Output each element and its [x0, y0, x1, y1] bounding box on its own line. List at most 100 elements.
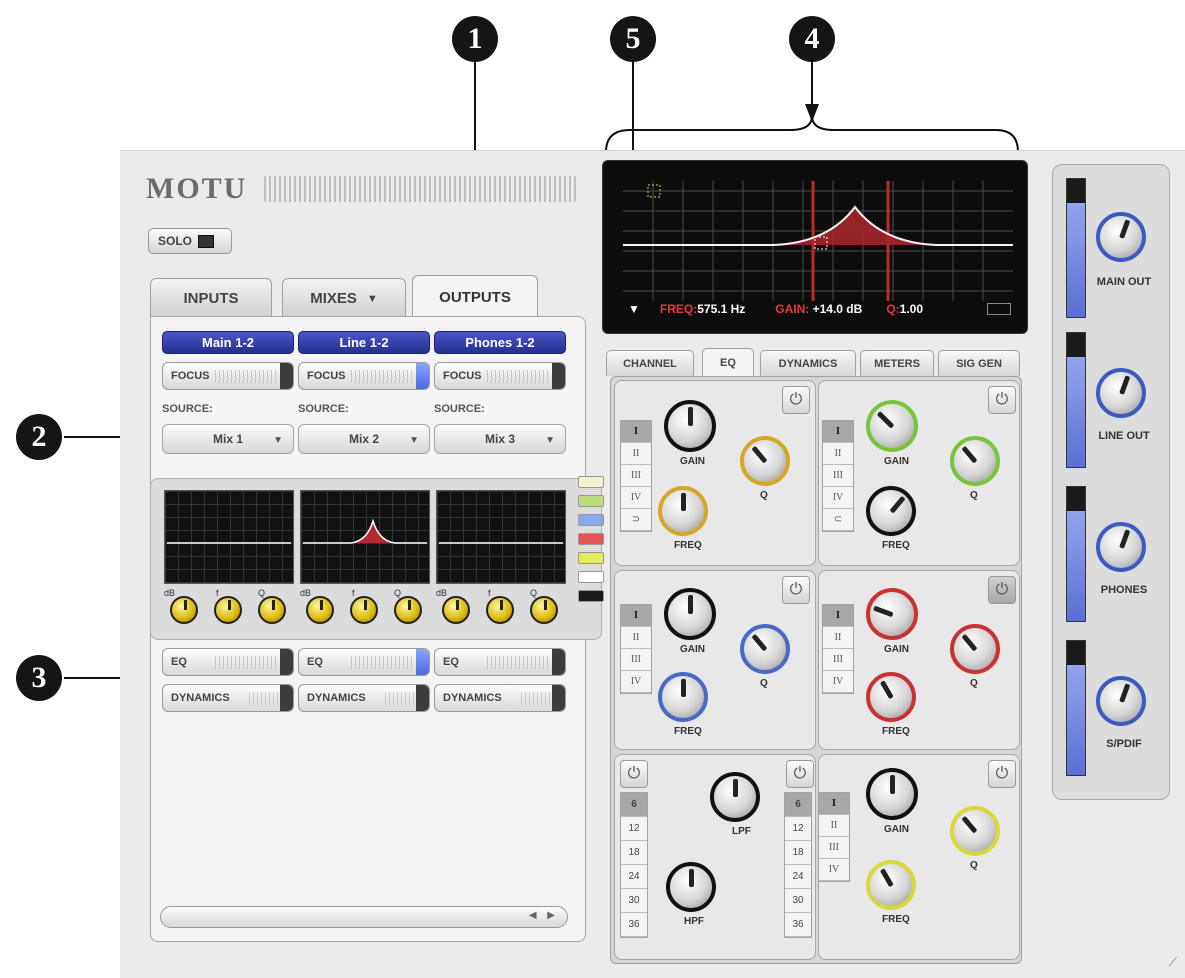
slope-18[interactable]: 18 — [785, 841, 811, 865]
slope-12[interactable]: 12 — [621, 817, 647, 841]
mini-freq-knob[interactable] — [350, 596, 378, 624]
mini-eq-display-main[interactable] — [164, 490, 294, 584]
gain-knob[interactable] — [664, 588, 716, 640]
band-tab[interactable] — [578, 476, 604, 488]
band-type-selector[interactable]: I II III IV ⊂ — [822, 420, 854, 532]
band-type-ii[interactable]: II — [621, 443, 651, 465]
band-type-ii[interactable]: II — [823, 627, 853, 649]
band-type-i[interactable]: I — [819, 793, 849, 815]
mini-q-knob[interactable] — [258, 596, 286, 624]
shelf-icon[interactable]: ⊃ — [621, 509, 651, 531]
tab-dynamics[interactable]: DYNAMICS — [760, 350, 856, 376]
channel-name-line[interactable]: Line 1-2 — [298, 331, 430, 354]
dynamics-button-line[interactable]: DYNAMICS — [298, 684, 430, 712]
q-knob[interactable] — [740, 436, 790, 486]
lpf-knob[interactable] — [710, 772, 760, 822]
freq-knob[interactable] — [866, 860, 916, 910]
power-icon[interactable]: ⏻ — [782, 386, 810, 414]
resize-grip-icon[interactable]: ⟋ — [1169, 955, 1177, 970]
band-type-iv[interactable]: IV — [823, 671, 853, 693]
mini-q-knob[interactable] — [530, 596, 558, 624]
power-icon[interactable]: ⏻ — [786, 760, 814, 788]
slope-36[interactable]: 36 — [621, 913, 647, 937]
band-type-i[interactable]: I — [823, 421, 853, 443]
focus-button-phones[interactable]: FOCUS — [434, 362, 566, 390]
band-type-selector[interactable]: I II III IV — [620, 604, 652, 694]
source-select-phones[interactable]: Mix 3 ▼ — [434, 424, 566, 454]
band-tab[interactable] — [578, 552, 604, 564]
band-tab[interactable] — [578, 590, 604, 602]
mini-gain-knob[interactable] — [442, 596, 470, 624]
eq-button-phones[interactable]: EQ — [434, 648, 566, 676]
power-icon[interactable]: ⏻ — [988, 576, 1016, 604]
tab-eq[interactable]: EQ — [702, 348, 754, 376]
power-icon[interactable]: ⏻ — [620, 760, 648, 788]
gain-readout-value[interactable]: +14.0 dB — [813, 302, 863, 316]
slope-6[interactable]: 6 — [785, 793, 811, 817]
mini-freq-knob[interactable] — [214, 596, 242, 624]
q-knob[interactable] — [950, 624, 1000, 674]
tab-outputs[interactable]: OUTPUTS — [412, 275, 538, 319]
horizontal-scrollbar[interactable]: ◀ ▶ — [160, 906, 568, 928]
band-type-iii[interactable]: III — [621, 465, 651, 487]
slope-24[interactable]: 24 — [785, 865, 811, 889]
band-type-ii[interactable]: II — [621, 627, 651, 649]
slope-36[interactable]: 36 — [785, 913, 811, 937]
shelf-icon[interactable]: ⊂ — [823, 509, 853, 531]
tab-channel[interactable]: CHANNEL — [606, 350, 694, 376]
band-type-ii[interactable]: II — [819, 815, 849, 837]
band-type-iii[interactable]: III — [819, 837, 849, 859]
slope-30[interactable]: 30 — [785, 889, 811, 913]
freq-readout-value[interactable]: 575.1 Hz — [697, 302, 745, 316]
gain-knob[interactable] — [866, 400, 918, 452]
eq-button-main[interactable]: EQ — [162, 648, 294, 676]
focus-button-line[interactable]: FOCUS — [298, 362, 430, 390]
mini-gain-knob[interactable] — [170, 596, 198, 624]
triangle-down-icon[interactable]: ▼ — [628, 302, 640, 316]
band-type-selector[interactable]: I II III IV ⊃ — [620, 420, 652, 532]
slope-18[interactable]: 18 — [621, 841, 647, 865]
band-type-i[interactable]: I — [823, 605, 853, 627]
freq-knob[interactable] — [866, 672, 916, 722]
tab-inputs[interactable]: INPUTS — [150, 278, 272, 318]
tab-mixes[interactable]: MIXES ▼ — [282, 278, 406, 318]
lpf-slope-selector[interactable]: 6 12 18 24 30 36 — [784, 792, 812, 938]
band-type-ii[interactable]: II — [823, 443, 853, 465]
band-type-iv[interactable]: IV — [819, 859, 849, 881]
dynamics-button-main[interactable]: DYNAMICS — [162, 684, 294, 712]
power-icon[interactable]: ⏻ — [782, 576, 810, 604]
band-type-iii[interactable]: III — [823, 465, 853, 487]
band-type-iv[interactable]: IV — [621, 487, 651, 509]
band-tab[interactable] — [578, 571, 604, 583]
freq-knob[interactable] — [866, 486, 916, 536]
slope-12[interactable]: 12 — [785, 817, 811, 841]
mini-eq-display-line[interactable] — [300, 490, 430, 584]
band-type-i[interactable]: I — [621, 421, 651, 443]
band-tab[interactable] — [578, 514, 604, 526]
gain-knob[interactable] — [664, 400, 716, 452]
gain-knob[interactable] — [866, 588, 918, 640]
source-select-line[interactable]: Mix 2 ▼ — [298, 424, 430, 454]
hpf-knob[interactable] — [666, 862, 716, 912]
gain-knob[interactable] — [866, 768, 918, 820]
source-select-main[interactable]: Mix 1 ▼ — [162, 424, 294, 454]
channel-name-phones[interactable]: Phones 1-2 — [434, 331, 566, 354]
mini-eq-display-phones[interactable] — [436, 490, 566, 584]
scroll-arrows-icon[interactable]: ◀ ▶ — [529, 910, 559, 921]
phones-knob[interactable] — [1096, 522, 1146, 572]
slope-6[interactable]: 6 — [621, 793, 647, 817]
line-out-knob[interactable] — [1096, 368, 1146, 418]
solo-button[interactable]: SOLO — [148, 228, 232, 254]
mini-gain-knob[interactable] — [306, 596, 334, 624]
power-icon[interactable]: ⏻ — [988, 386, 1016, 414]
tab-meters[interactable]: METERS — [860, 350, 934, 376]
q-knob[interactable] — [950, 806, 1000, 856]
band-type-selector[interactable]: I II III IV — [818, 792, 850, 882]
q-readout-value[interactable]: 1.00 — [900, 302, 923, 316]
freq-knob[interactable] — [658, 486, 708, 536]
q-knob[interactable] — [740, 624, 790, 674]
focus-button-main[interactable]: FOCUS — [162, 362, 294, 390]
band-type-i[interactable]: I — [621, 605, 651, 627]
power-icon[interactable]: ⏻ — [988, 760, 1016, 788]
eq-button-line[interactable]: EQ — [298, 648, 430, 676]
